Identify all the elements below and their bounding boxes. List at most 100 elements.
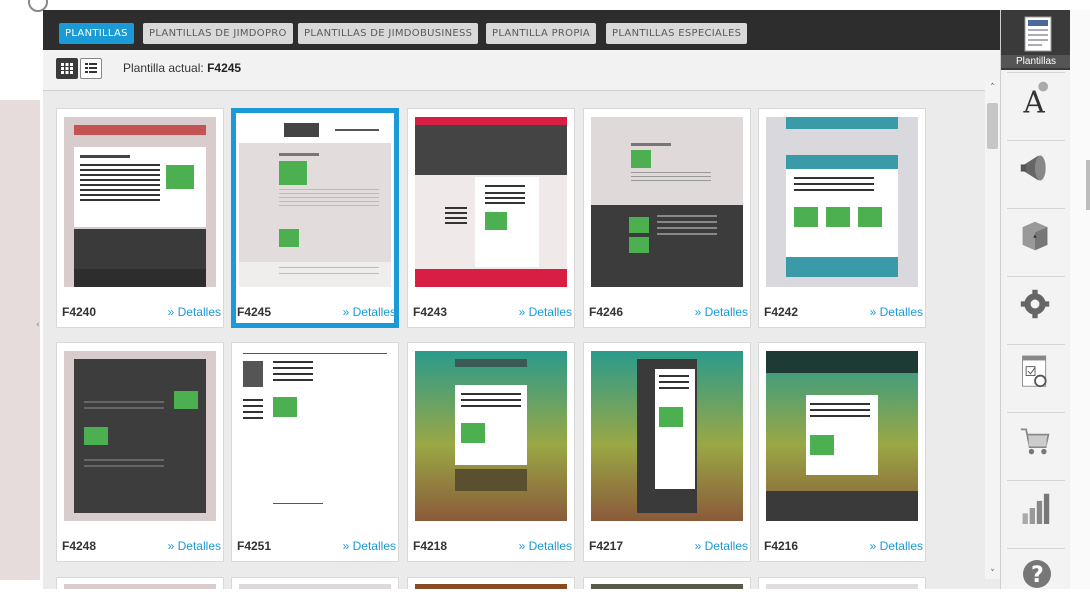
tab-plantillas-jimdopro[interactable]: PLANTILLAS DE JIMDOPRO	[143, 23, 293, 44]
tab-plantilla-propia[interactable]: PLANTILLA PROPIA	[486, 23, 597, 44]
template-name: F4240	[62, 305, 97, 319]
template-details-link[interactable]: » Detalles	[519, 305, 572, 319]
template-thumbnail[interactable]	[64, 117, 216, 287]
bar-chart-icon	[1022, 493, 1050, 524]
tab-bar: PLANTILLAS PLANTILLAS DE JIMDOPRO PLANTI…	[43, 10, 1000, 50]
current-template-value: F4245	[207, 61, 242, 75]
template-card[interactable]: F4216 » Detalles	[758, 342, 926, 562]
template-details-link[interactable]: » Detalles	[695, 305, 748, 319]
current-template-label: Plantilla actual: F4245	[123, 61, 241, 75]
templates-icon	[1024, 16, 1052, 52]
template-card[interactable]: F4246 » Detalles	[583, 108, 751, 328]
statistics-page-icon	[1022, 355, 1047, 388]
template-thumbnail[interactable]	[239, 117, 391, 287]
template-details-link[interactable]: » Detalles	[168, 305, 221, 319]
sidebar-scrollbar[interactable]	[1070, 10, 1090, 589]
template-name: F4242	[764, 305, 799, 319]
template-card[interactable]: F4240 » Detalles	[56, 108, 224, 328]
template-details-link[interactable]: » Detalles	[870, 539, 923, 553]
template-name: F4218	[413, 539, 448, 553]
template-card-partial[interactable]	[583, 577, 751, 589]
scrollbar-thumb[interactable]	[987, 103, 998, 149]
template-name: F4216	[764, 539, 799, 553]
grid-view-icon	[61, 63, 73, 74]
template-thumbnail[interactable]	[591, 584, 743, 589]
template-card-partial[interactable]	[758, 577, 926, 589]
package-icon	[1022, 221, 1048, 251]
template-name: F4217	[589, 539, 624, 553]
template-card[interactable]: F4242 » Detalles	[758, 108, 926, 328]
current-template-caption: Plantilla actual:	[123, 61, 204, 75]
sidebar-item-settings[interactable]	[1001, 280, 1071, 340]
gear-icon	[1020, 289, 1050, 319]
scroll-up-icon[interactable]: ˄	[985, 83, 1000, 95]
template-thumbnail[interactable]	[766, 584, 918, 589]
list-view-icon	[85, 63, 97, 73]
template-grid: F4240 » Detalles F4245 » Detalles F4243 …	[43, 91, 1000, 589]
sidebar-item-fonts[interactable]: A	[1001, 76, 1071, 136]
template-name: F4248	[62, 539, 97, 553]
template-card-selected[interactable]: F4245 » Detalles	[231, 108, 399, 328]
sidebar-divider	[1007, 276, 1065, 277]
megaphone-icon	[1020, 155, 1046, 181]
tab-plantillas-especiales[interactable]: PLANTILLAS ESPECIALES	[606, 23, 748, 44]
sidebar-divider	[1007, 480, 1065, 481]
template-thumbnail[interactable]	[591, 117, 743, 287]
tab-plantillas-jimdobusiness[interactable]: PLANTILLAS DE JIMDOBUSINESS	[298, 23, 479, 44]
template-thumbnail[interactable]	[415, 117, 567, 287]
template-details-link[interactable]: » Detalles	[870, 305, 923, 319]
sidebar-item-export[interactable]	[1001, 212, 1071, 272]
template-thumbnail[interactable]	[239, 584, 391, 589]
sidebar-divider	[1007, 208, 1065, 209]
page-background-strip: ‹	[0, 0, 48, 589]
template-thumbnail[interactable]	[591, 351, 743, 521]
template-panel: PLANTILLAS PLANTILLAS DE JIMDOPRO PLANTI…	[43, 10, 1000, 589]
template-name: F4245	[237, 305, 272, 319]
tab-plantillas[interactable]: PLANTILLAS	[59, 23, 134, 44]
template-thumbnail[interactable]	[415, 351, 567, 521]
collapse-left-icon[interactable]: ‹	[36, 316, 42, 334]
template-card[interactable]: F4248 » Detalles	[56, 342, 224, 562]
template-thumbnail[interactable]	[64, 584, 216, 589]
sidebar-divider	[1007, 344, 1065, 345]
template-name: F4251	[237, 539, 272, 553]
template-card-partial[interactable]	[407, 577, 575, 589]
template-card-partial[interactable]	[56, 577, 224, 589]
toolbar: Plantilla actual: F4245	[43, 50, 1000, 91]
sidebar-item-help[interactable]: ?	[1001, 552, 1071, 589]
sidebar-item-store[interactable]	[1001, 416, 1071, 476]
sidebar-divider	[1007, 72, 1065, 73]
sidebar-item-promote[interactable]	[1001, 144, 1071, 204]
svg-text:?: ?	[1031, 563, 1044, 588]
template-thumbnail[interactable]	[64, 351, 216, 521]
template-details-link[interactable]: » Detalles	[695, 539, 748, 553]
template-details-link[interactable]: » Detalles	[168, 539, 221, 553]
template-thumbnail[interactable]	[415, 584, 567, 589]
font-style-icon: A	[1023, 81, 1049, 116]
template-thumbnail[interactable]	[239, 351, 391, 521]
template-details-link[interactable]: » Detalles	[519, 539, 572, 553]
sidebar-divider	[1007, 412, 1065, 413]
template-card[interactable]: F4217 » Detalles	[583, 342, 751, 562]
scroll-down-icon[interactable]: ˅	[985, 569, 1000, 581]
sidebar-scrollbar-thumb[interactable]	[1086, 160, 1090, 210]
sidebar-divider	[1007, 140, 1065, 141]
right-sidebar: Plantillas A ?	[1000, 10, 1071, 589]
template-thumbnail[interactable]	[766, 351, 918, 521]
template-card-partial[interactable]	[231, 577, 399, 589]
template-card[interactable]: F4243 » Detalles	[407, 108, 575, 328]
template-details-link[interactable]: » Detalles	[343, 539, 396, 553]
template-card[interactable]: F4218 » Detalles	[407, 342, 575, 562]
template-name: F4246	[589, 305, 624, 319]
template-details-link[interactable]: » Detalles	[343, 305, 396, 319]
sidebar-item-statistics[interactable]	[1001, 348, 1071, 408]
sidebar-item-label: Plantillas	[1001, 55, 1071, 68]
grid-scrollbar[interactable]: ˄ ˅	[985, 81, 1000, 579]
help-icon: ?	[1023, 560, 1051, 588]
grid-view-button[interactable]	[56, 58, 78, 79]
list-view-button[interactable]	[80, 58, 102, 79]
template-card[interactable]: F4251 » Detalles	[231, 342, 399, 562]
template-thumbnail[interactable]	[766, 117, 918, 287]
sidebar-item-plantillas[interactable]: Plantillas	[1001, 10, 1071, 70]
sidebar-item-analytics[interactable]	[1001, 484, 1071, 544]
